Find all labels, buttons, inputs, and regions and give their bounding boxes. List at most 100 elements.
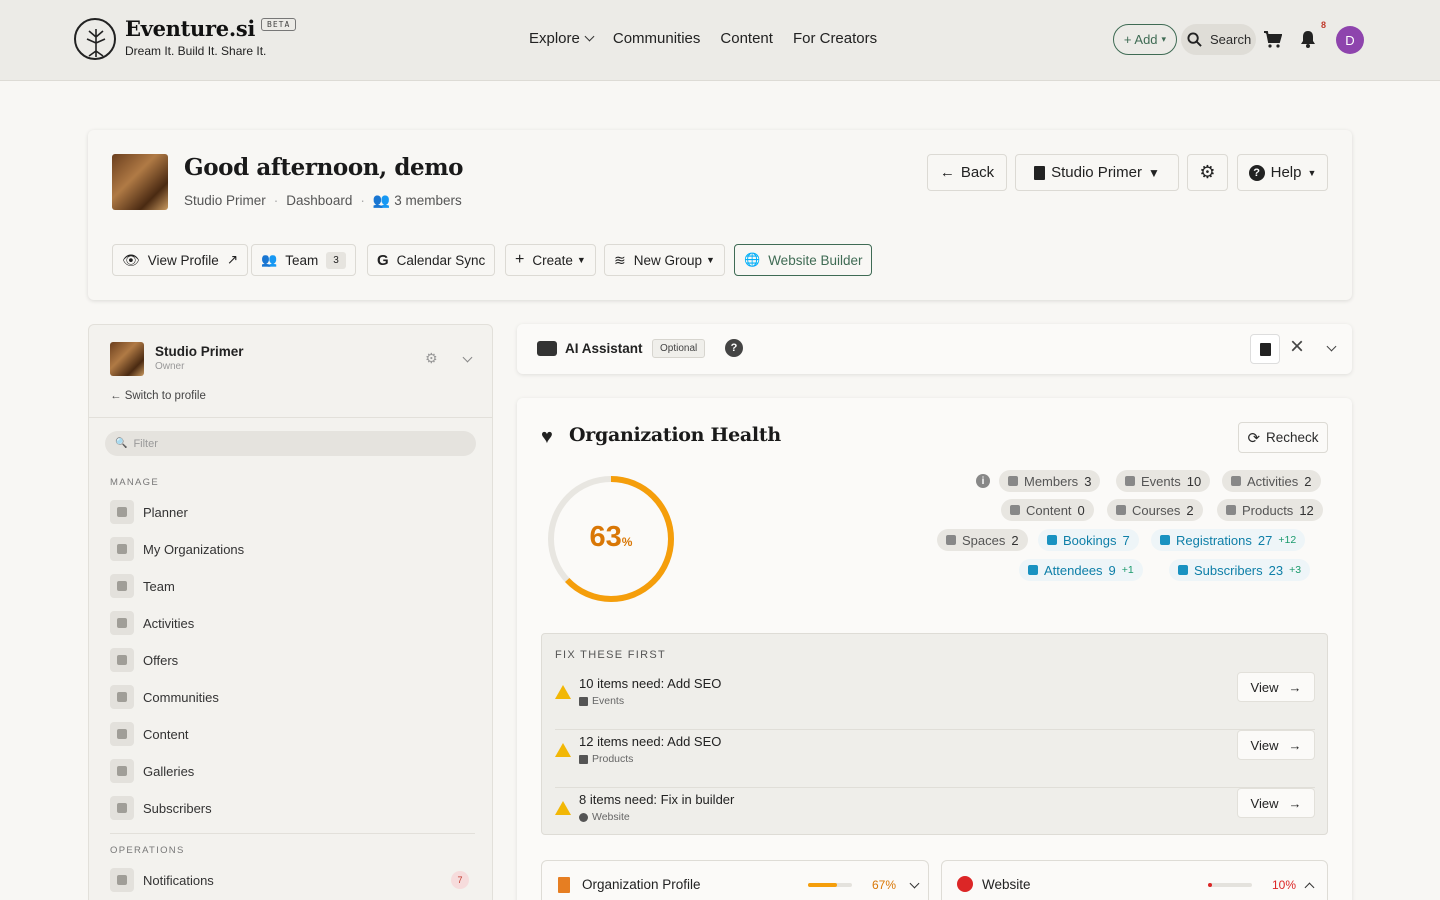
separator: · [273, 193, 279, 208]
score-value: 63 [589, 521, 622, 553]
stat-content[interactable]: Content 0 [1001, 499, 1094, 521]
fix-category: Events [579, 695, 624, 707]
help-icon[interactable]: ? [725, 339, 743, 357]
back-button[interactable]: ← Back [927, 154, 1007, 191]
add-button[interactable]: + Add ▾ [1113, 24, 1177, 55]
key-icon [946, 535, 956, 545]
stat-value: 12 [1299, 502, 1314, 518]
create-dropdown[interactable]: + Create ▼ [505, 244, 596, 276]
question-circle-icon: ? [1248, 164, 1265, 181]
calendar-sync-button[interactable]: G Calendar Sync [367, 244, 496, 276]
gear-icon[interactable]: ⚙ [425, 350, 438, 367]
stat-events[interactable]: Events 10 [1116, 470, 1211, 492]
close-icon[interactable]: × [1290, 335, 1304, 359]
stat-delta: +1 [1121, 564, 1134, 576]
nav-communities[interactable]: Communities [613, 30, 701, 47]
eye-icon: 👁 [122, 251, 140, 268]
website-builder-button[interactable]: 🌐 Website Builder [734, 244, 873, 276]
copy-button[interactable] [1250, 334, 1280, 364]
stat-label: Registrations [1176, 532, 1252, 548]
filter-placeholder: Filter [133, 437, 158, 450]
stat-spaces[interactable]: Spaces 2 [937, 529, 1028, 551]
sidebar-filter-input[interactable]: 🔍 Filter [105, 431, 476, 456]
website-card[interactable]: Website 10% [941, 860, 1328, 900]
ai-assistant-bar[interactable]: AI Assistant Optional ? × [517, 324, 1352, 374]
fix-category-label: Website [592, 811, 630, 823]
sidebar-item-my-organizations[interactable]: My Organizations [110, 536, 475, 562]
running-icon [110, 611, 134, 635]
stat-attendees[interactable]: Attendees 9 +1 [1019, 559, 1143, 581]
cart-icon[interactable] [1264, 31, 1282, 48]
calendar-check-icon [1047, 535, 1057, 545]
website-progress-track [1208, 883, 1252, 887]
new-group-dropdown[interactable]: ≋ New Group ▼ [604, 244, 725, 276]
heartbeat-icon: ♥ [541, 426, 553, 448]
envelope-icon [110, 796, 134, 820]
user-check-icon [1028, 565, 1038, 575]
stat-label: Subscribers [1194, 562, 1263, 578]
bell-icon[interactable] [1300, 30, 1316, 48]
stat-delta: +3 [1289, 564, 1302, 576]
settings-button[interactable]: ⚙ [1187, 154, 1228, 191]
chevron-down-icon[interactable] [462, 352, 473, 363]
chevron-up-icon[interactable] [1304, 882, 1315, 893]
switch-to-profile-link[interactable]: ← Switch to profile [110, 390, 206, 402]
breadcrumb-org[interactable]: Studio Primer [184, 193, 266, 208]
users-icon: 👥 [261, 252, 278, 267]
stat-value: 2 [1304, 473, 1312, 489]
sidebar-item-planner[interactable]: Planner [110, 499, 475, 525]
stat-products[interactable]: Products 12 [1217, 499, 1323, 521]
recheck-button[interactable]: ⟳ Recheck [1238, 422, 1328, 453]
organization-profile-card[interactable]: Organization Profile 67% [541, 860, 929, 900]
stat-registrations[interactable]: Registrations 27 +12 [1151, 529, 1306, 551]
info-icon[interactable]: i [976, 474, 990, 488]
nav-explore[interactable]: Explore [529, 30, 595, 47]
chevron-down-icon[interactable] [909, 878, 920, 889]
sidebar-item-team[interactable]: Team [110, 573, 475, 599]
search-icon [1187, 32, 1202, 47]
sidebar-item-subscribers[interactable]: Subscribers [110, 795, 475, 821]
org-switcher[interactable]: Studio Primer ▼ [1015, 154, 1179, 191]
profile-card-title: Organization Profile [582, 877, 701, 892]
search-button[interactable]: Search [1181, 24, 1256, 55]
nav-content[interactable]: Content [720, 30, 773, 47]
chevron-down-icon[interactable] [1326, 341, 1337, 352]
stat-label: Bookings [1063, 532, 1117, 548]
sidebar-item-content[interactable]: Content [110, 721, 475, 747]
stat-courses[interactable]: Courses 2 [1107, 499, 1203, 521]
help-button[interactable]: ? Help ▼ [1237, 154, 1328, 191]
team-button[interactable]: 👥 Team 3 [251, 244, 356, 276]
sidebar-item-communities[interactable]: Communities [110, 684, 475, 710]
stat-value: 0 [1077, 502, 1085, 518]
members-count[interactable]: 3 members [394, 193, 462, 208]
stat-label: Activities [1247, 473, 1299, 489]
view-profile-button[interactable]: 👁 View Profile ↗ [112, 244, 249, 276]
nav-for-creators[interactable]: For Creators [793, 30, 877, 47]
health-title: Organization Health [569, 424, 781, 446]
stat-value: 10 [1186, 473, 1202, 489]
view-label: View [1250, 795, 1279, 811]
view-button[interactable]: View → [1237, 672, 1315, 702]
sidebar-item-offers[interactable]: Offers [110, 647, 475, 673]
optional-badge: Optional [652, 339, 706, 358]
stat-bookings[interactable]: Bookings 7 [1038, 529, 1139, 551]
stat-subscribers[interactable]: Subscribers 23 +3 [1169, 559, 1311, 581]
building-icon [110, 537, 134, 561]
website-pct: 10% [1272, 878, 1297, 892]
sidebar-item-notifications[interactable]: Notifications 7 [110, 867, 475, 893]
stat-members[interactable]: Members 3 [999, 470, 1101, 492]
profile-progress-track [808, 883, 852, 887]
warning-icon [555, 743, 571, 757]
running-icon [1231, 476, 1241, 486]
sidebar: Studio Primer Owner ⚙ ← Switch to profil… [88, 324, 493, 900]
caret-down-icon: ▾ [1161, 34, 1167, 44]
divider [89, 417, 492, 418]
view-button[interactable]: View → [1237, 730, 1315, 760]
user-avatar[interactable]: D [1336, 26, 1364, 54]
stat-activities[interactable]: Activities 2 [1222, 470, 1321, 492]
fix-category-label: Products [592, 753, 634, 765]
sidebar-item-galleries[interactable]: Galleries [110, 758, 475, 784]
sidebar-item-activities[interactable]: Activities [110, 610, 475, 636]
brand[interactable]: Eventure.si BETA Dream It. Build It. Shar… [74, 18, 297, 60]
view-button[interactable]: View → [1237, 788, 1315, 818]
